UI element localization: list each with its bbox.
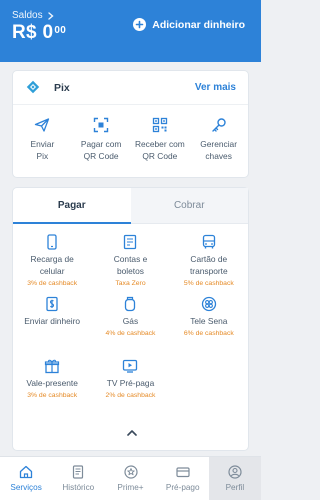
chevron-right-icon bbox=[47, 11, 54, 20]
manage-keys-label: Gerenciar chaves bbox=[200, 139, 238, 161]
card-icon bbox=[176, 467, 190, 478]
add-money-button[interactable]: Adicionar dinheiro bbox=[133, 18, 245, 31]
cashback-tag: 4% de cashback bbox=[105, 330, 156, 337]
tv-icon bbox=[123, 359, 138, 373]
service-name: Tele Sena bbox=[190, 316, 228, 326]
qr-scan-icon bbox=[93, 117, 109, 133]
service-tele-sena[interactable]: Tele Sena 6% de cashback bbox=[170, 296, 248, 358]
tab-label: Prime+ bbox=[117, 483, 144, 492]
receive-qr-button[interactable]: Receber com QR Code bbox=[131, 113, 190, 162]
plus-icon bbox=[133, 18, 147, 31]
tab-historico[interactable]: Histórico bbox=[52, 457, 104, 500]
manage-keys-button[interactable]: Gerenciar chaves bbox=[189, 113, 248, 162]
pix-logo-icon bbox=[26, 80, 40, 94]
receive-qr-label: Receber com QR Code bbox=[134, 139, 185, 161]
tab-servicos[interactable]: Serviços bbox=[0, 457, 52, 500]
cashback-tag: 3% de cashback bbox=[27, 392, 78, 399]
balance-amount[interactable]: R$ 000 bbox=[12, 22, 66, 44]
service-name: Enviar dinheiro bbox=[24, 316, 81, 326]
service-enviar-dinheiro[interactable]: Enviar dinheiro bbox=[13, 296, 91, 358]
cashback-tag: 6% de cashback bbox=[183, 330, 234, 337]
balance-header: Saldos R$ 000 Adicionar dinheiro bbox=[0, 0, 261, 62]
bus-icon bbox=[202, 234, 215, 249]
see-more-link[interactable]: Ver mais bbox=[195, 82, 236, 93]
tab-perfil[interactable]: Perfil bbox=[208, 457, 262, 500]
send-pix-label: Enviar Pix bbox=[30, 139, 55, 161]
service-cartao-transporte[interactable]: Cartão de transporte 5% de cashback bbox=[170, 234, 248, 296]
tab-prime[interactable]: Prime+ bbox=[104, 457, 156, 500]
chevron-up-icon[interactable] bbox=[125, 428, 139, 438]
pix-actions: Enviar Pix Pagar com QR Code Receber com… bbox=[13, 113, 248, 162]
tab-label: Pré-pago bbox=[165, 483, 200, 492]
tab-label: Histórico bbox=[62, 483, 95, 492]
service-vale-presente[interactable]: Vale-presente 3% de cashback bbox=[13, 358, 91, 420]
pix-title: Pix bbox=[54, 82, 70, 94]
service-contas-boletos[interactable]: Contas e boletos Taxa Zero bbox=[91, 234, 169, 296]
cashback-tag: 2% de cashback bbox=[105, 392, 156, 399]
profile-icon bbox=[228, 465, 242, 479]
service-gas[interactable]: Gás 4% de cashback bbox=[91, 296, 169, 358]
pay-qr-label: Pagar com QR Code bbox=[80, 139, 122, 161]
service-name: Recarga de celular bbox=[30, 254, 74, 276]
services-grid: Recarga de celular 3% de cashback Contas… bbox=[13, 234, 248, 420]
history-icon bbox=[73, 465, 84, 479]
saldos-label: Saldos bbox=[12, 10, 43, 21]
gift-icon bbox=[45, 359, 60, 374]
send-pix-button[interactable]: Enviar Pix bbox=[13, 113, 72, 162]
tab-cobrar[interactable]: Cobrar bbox=[130, 188, 248, 223]
empty-slot bbox=[170, 358, 248, 420]
payments-card: Pagar Cobrar Recarga de celular 3% de ca… bbox=[12, 187, 249, 451]
send-icon bbox=[35, 118, 50, 132]
service-name: TV Pré-paga bbox=[106, 378, 155, 388]
tab-pre-pago[interactable]: Pré-pago bbox=[157, 457, 209, 500]
money-icon bbox=[46, 296, 58, 312]
pay-charge-tabs: Pagar Cobrar bbox=[13, 188, 248, 224]
key-icon bbox=[211, 118, 226, 132]
service-name: Contas e boletos bbox=[113, 254, 148, 276]
bill-icon bbox=[124, 234, 137, 250]
tab-label: Serviços bbox=[10, 483, 42, 492]
clover-icon bbox=[201, 296, 216, 312]
home-icon bbox=[19, 465, 33, 479]
balance-cents: 00 bbox=[54, 25, 67, 36]
pix-header: Pix Ver mais bbox=[13, 71, 248, 105]
cashback-tag: Taxa Zero bbox=[115, 280, 146, 287]
service-name: Gás bbox=[122, 316, 139, 326]
add-money-label: Adicionar dinheiro bbox=[152, 18, 245, 31]
service-recarga-celular[interactable]: Recarga de celular 3% de cashback bbox=[13, 234, 91, 296]
pay-qr-button[interactable]: Pagar com QR Code bbox=[72, 113, 131, 162]
qr-code-icon bbox=[152, 117, 168, 133]
tab-pagar[interactable]: Pagar bbox=[13, 188, 131, 224]
phone-icon bbox=[47, 234, 57, 250]
balance-main: R$ 0 bbox=[12, 22, 54, 43]
service-name: Vale-presente bbox=[26, 378, 78, 388]
service-name: Cartão de transporte bbox=[189, 254, 228, 276]
gas-icon bbox=[125, 296, 136, 312]
saldos-link[interactable]: Saldos bbox=[12, 10, 55, 21]
tab-label: Perfil bbox=[225, 483, 245, 492]
star-icon bbox=[123, 465, 138, 479]
cashback-tag: 3% de cashback bbox=[27, 280, 78, 287]
service-tv-pre-paga[interactable]: TV Pré-paga 2% de cashback bbox=[91, 358, 169, 420]
pix-card: Pix Ver mais Enviar Pix Pagar com QR Cod… bbox=[12, 70, 249, 178]
bottom-tab-bar: Serviços Histórico Prime+ Pré-pago Perfi… bbox=[0, 456, 262, 500]
cashback-tag: 5% de cashback bbox=[183, 280, 234, 287]
